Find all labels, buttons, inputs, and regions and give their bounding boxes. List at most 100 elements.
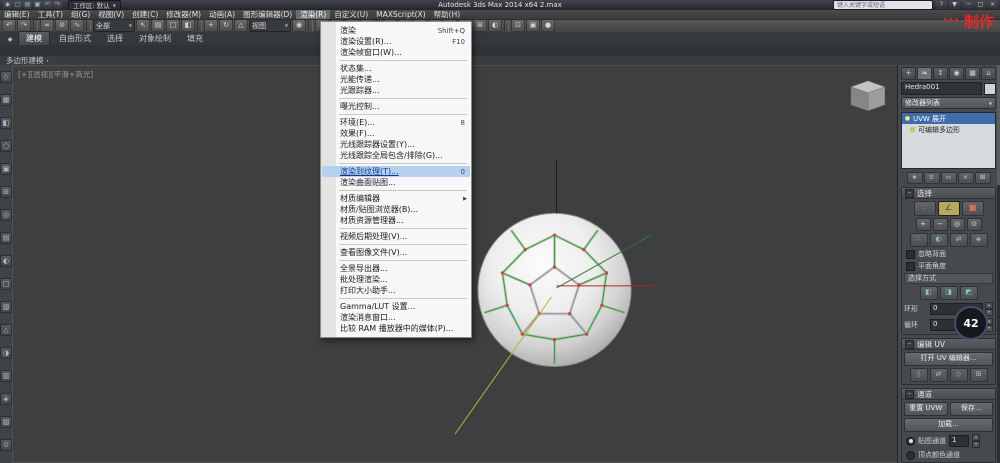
undo-icon[interactable]: ↶	[2, 19, 16, 32]
help-icon[interactable]: ?	[936, 1, 947, 9]
minimize-button[interactable]: ─	[963, 1, 974, 9]
render-menu-item[interactable]: 环境(E)... 8	[322, 117, 470, 128]
left-dock-icon-10[interactable]: □	[0, 278, 12, 290]
infocenter-arrow-icon[interactable]: ▼	[949, 1, 960, 9]
select-by-name-icon[interactable]: ▤	[151, 19, 165, 32]
viewcube[interactable]	[850, 80, 886, 112]
select-by-color-icon[interactable]: ◧	[919, 286, 938, 300]
window-crossing-icon[interactable]: ◧	[181, 19, 195, 32]
selection-rollout-header[interactable]: − 选择	[902, 188, 995, 199]
render-menu-item[interactable]: 光线跟踪全局包含/排除(G)...	[322, 150, 470, 161]
modifier-stack-item[interactable]: ● UVW 展开	[902, 113, 995, 124]
left-dock-icon-14[interactable]: ▥	[0, 370, 12, 382]
edge-ring-icon[interactable]: ⊙	[966, 218, 982, 231]
left-dock-icon-6[interactable]: ⊞	[0, 186, 12, 198]
utilities-tab-icon[interactable]: ⌂	[981, 67, 996, 80]
reference-coordinate-combo[interactable]: 视图 ▼	[249, 19, 291, 32]
undo-quick-icon[interactable]: ↶	[43, 1, 52, 9]
map-channel-radio[interactable]	[906, 436, 915, 446]
left-dock-icon-4[interactable]: ○	[0, 140, 12, 152]
menubar-item-9[interactable]: 渲染(R)	[296, 10, 331, 19]
polygon-subobject-icon[interactable]: ■	[961, 201, 984, 216]
left-dock-icon-1[interactable]: ◇	[0, 71, 12, 83]
select-object-icon[interactable]: ↖	[136, 19, 150, 32]
viewport-label[interactable]: [+][透视][平滑+高光]	[18, 69, 93, 80]
infocenter-search-input[interactable]	[833, 0, 933, 10]
left-dock-icon-2[interactable]: ▦	[0, 94, 12, 106]
vertex-color-channel-radio[interactable]	[906, 450, 915, 460]
edit-uv-rollout-header[interactable]: − 编辑 UV	[902, 339, 995, 350]
render-menu-item[interactable]: 渲染曲面贴图...	[322, 177, 470, 188]
render-menu-item[interactable]: 光跟踪器...	[322, 85, 470, 96]
load-uvw-button[interactable]: 加载...	[904, 418, 993, 432]
ribbon-tab-3[interactable]: 选择	[100, 32, 130, 45]
paint-select-icon[interactable]: ◐	[929, 233, 948, 247]
save-file-icon[interactable]: ▣	[33, 1, 42, 9]
channel-rollout-header[interactable]: − 通道	[902, 389, 995, 400]
freeform-mode-icon[interactable]: ◇	[949, 368, 968, 382]
vertex-subobject-icon[interactable]: ∵	[913, 201, 936, 216]
render-menu-item[interactable]: 查看图像文件(V)...	[322, 247, 470, 258]
pin-stack-icon[interactable]: ∗	[906, 172, 923, 184]
close-button[interactable]: ×	[987, 1, 998, 9]
left-dock-icon-8[interactable]: ▤	[0, 232, 12, 244]
uv-tools-icon[interactable]: ⊞	[969, 368, 988, 382]
render-menu-item[interactable]: 渲染到纹理(T)... 0	[322, 166, 470, 177]
display-tab-icon[interactable]: ▦	[965, 67, 980, 80]
menubar-item-6[interactable]: 修改器(M)	[162, 10, 205, 19]
configure-modifier-sets-icon[interactable]: ⊞	[974, 172, 991, 184]
modify-tab-icon[interactable]: ≈	[917, 67, 932, 80]
object-color-swatch[interactable]	[984, 82, 996, 95]
redo-quick-icon[interactable]: ↷	[53, 1, 62, 9]
render-menu-item[interactable]: 渲染消息窗口...	[322, 312, 470, 323]
render-menu-item[interactable]: 视频后期处理(V)...	[322, 231, 470, 242]
visibility-bulb-icon[interactable]: ▦	[909, 126, 916, 133]
select-and-move-icon[interactable]: +	[204, 19, 218, 32]
remove-modifier-icon[interactable]: ×	[957, 172, 974, 184]
left-dock-icon-16[interactable]: ▨	[0, 416, 12, 428]
render-menu-item[interactable]: 材质资源管理器...	[322, 215, 470, 226]
ribbon-tab-4[interactable]: 对象绘制	[132, 32, 178, 45]
map-channel-value[interactable]: 1	[949, 435, 969, 447]
open-uv-editor-button[interactable]: 打开 UV 编辑器...	[904, 352, 993, 366]
left-dock-icon-17[interactable]: ⊙	[0, 439, 12, 451]
save-uvw-button[interactable]: 保存...	[949, 402, 993, 416]
render-menu-item[interactable]: 渲染 Shift+Q	[322, 25, 470, 36]
hierarchy-tab-icon[interactable]: ↕	[933, 67, 948, 80]
edge-loop-icon[interactable]: ◎	[949, 218, 965, 231]
selection-filter-combo[interactable]: 全部 ▼	[93, 19, 135, 32]
collapse-icon[interactable]: −	[905, 188, 914, 198]
bind-to-space-warp-icon[interactable]: ∿	[70, 19, 84, 32]
soccer-ball[interactable]	[477, 212, 632, 367]
menubar-item-7[interactable]: 动画(A)	[205, 10, 239, 19]
render-menu-item[interactable]: 渲染帧窗口(W)...	[322, 47, 470, 58]
rectangular-region-icon[interactable]: □	[166, 19, 180, 32]
select-by-smoothing-icon[interactable]: ◨	[939, 286, 958, 300]
rendered-frame-window-icon[interactable]: ▣	[526, 19, 540, 32]
ribbon-icon[interactable]: ◆	[4, 35, 16, 45]
ignore-backfacing-checkbox[interactable]	[906, 249, 915, 259]
render-menu-item[interactable]: 渲染设置(R)... F10	[322, 36, 470, 47]
select-element-icon[interactable]: ◈	[969, 233, 988, 247]
schematic-view-icon[interactable]: ⊞	[473, 19, 487, 32]
menubar-item-10[interactable]: 自定义(U)	[330, 10, 372, 19]
menubar-item-11[interactable]: MAXScript(X)	[372, 10, 429, 19]
new-scene-icon[interactable]: ▢	[13, 1, 22, 9]
modifier-stack-item[interactable]: ▦ 可编辑多边形	[902, 124, 995, 135]
left-dock-icon-3[interactable]: ◧	[0, 117, 12, 129]
left-dock-icon-9[interactable]: ◐	[0, 255, 12, 267]
select-by-facing-icon[interactable]: ◩	[959, 286, 978, 300]
open-file-icon[interactable]: ▤	[23, 1, 32, 9]
ribbon-tab-5[interactable]: 填充	[180, 32, 210, 45]
convert-selection-icon[interactable]: ⇄	[949, 233, 968, 247]
left-dock-icon-13[interactable]: ◑	[0, 347, 12, 359]
unlink-selection-icon[interactable]: ⊘	[55, 19, 69, 32]
render-production-icon[interactable]: ●	[541, 19, 555, 32]
menubar-item-5[interactable]: 创建(C)	[128, 10, 162, 19]
edge-subobject-icon[interactable]: ∠	[937, 201, 960, 216]
menubar-item-8[interactable]: 图形编辑器(D)	[239, 10, 296, 19]
render-menu-item[interactable]: 全景导出器...	[322, 263, 470, 274]
shrink-selection-icon[interactable]: −	[932, 218, 948, 231]
motion-tab-icon[interactable]: ◉	[949, 67, 964, 80]
menubar-item-3[interactable]: 组(G)	[67, 10, 94, 19]
